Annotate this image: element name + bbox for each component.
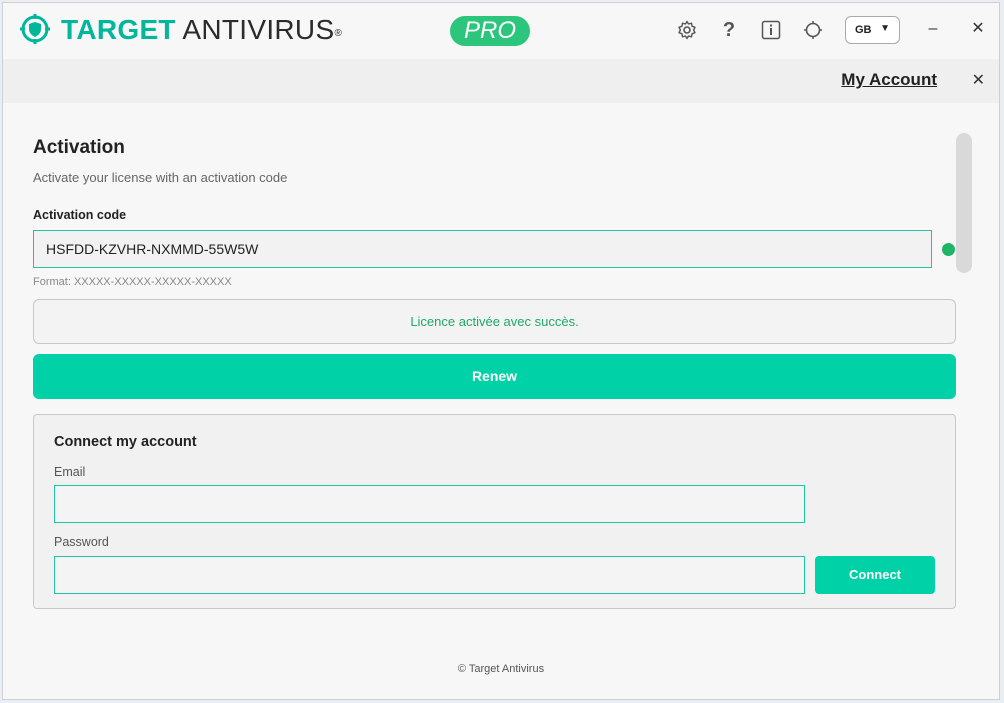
minimize-button[interactable]: –	[921, 17, 945, 41]
brand-primary: TARGET	[61, 14, 176, 45]
page-title: My Account	[841, 70, 937, 89]
connect-account-title: Connect my account	[54, 434, 197, 450]
language-select[interactable]: GB ▼	[845, 16, 900, 44]
activation-heading: Activation	[33, 137, 125, 158]
main-content: Activation Activate your license with an…	[3, 103, 999, 699]
renew-button[interactable]: Renew	[33, 354, 956, 399]
app-window: TARGET ANTIVIRUS® PRO ? GB ▼ – ✕ My Acco…	[2, 2, 1000, 700]
language-value: GB	[855, 24, 872, 36]
email-field[interactable]	[54, 485, 805, 523]
activation-status-message: Licence activée avec succès.	[33, 299, 956, 344]
password-field[interactable]	[54, 556, 805, 594]
shield-target-logo-icon	[20, 14, 50, 44]
activation-code-label: Activation code	[33, 208, 127, 222]
help-icon[interactable]: ?	[718, 19, 740, 41]
account-header-bar: My Account ✕	[3, 59, 999, 103]
activation-code-input[interactable]: HSFDD-KZVHR-NXMMD-55W5W	[33, 230, 932, 268]
app-brand: TARGET ANTIVIRUS®	[61, 13, 342, 47]
email-label: Email	[54, 465, 86, 479]
connect-button[interactable]: Connect	[815, 556, 935, 594]
info-icon[interactable]	[760, 19, 782, 41]
close-window-button[interactable]: ✕	[966, 17, 990, 41]
vertical-scrollbar[interactable]	[956, 133, 972, 273]
settings-gear-icon[interactable]	[676, 19, 698, 41]
format-hint: Format: XXXXX-XXXXX-XXXXX-XXXXX	[33, 276, 232, 288]
pro-edition-badge: PRO	[450, 16, 530, 46]
brand-secondary: ANTIVIRUS	[182, 14, 335, 45]
theme-toggle-icon[interactable]	[802, 19, 824, 41]
footer-copyright: © Target Antivirus	[457, 663, 545, 675]
connect-account-panel: Connect my account Email Password Connec…	[33, 414, 956, 609]
password-label: Password	[54, 535, 109, 549]
activation-subtitle: Activate your license with an activation…	[33, 170, 288, 185]
close-panel-button[interactable]: ✕	[972, 70, 985, 90]
trademark-symbol: ®	[334, 28, 343, 39]
title-bar: TARGET ANTIVIRUS® PRO ? GB ▼ – ✕	[3, 3, 999, 59]
activation-status-dot	[942, 243, 955, 256]
chevron-down-icon: ▼	[880, 23, 890, 34]
